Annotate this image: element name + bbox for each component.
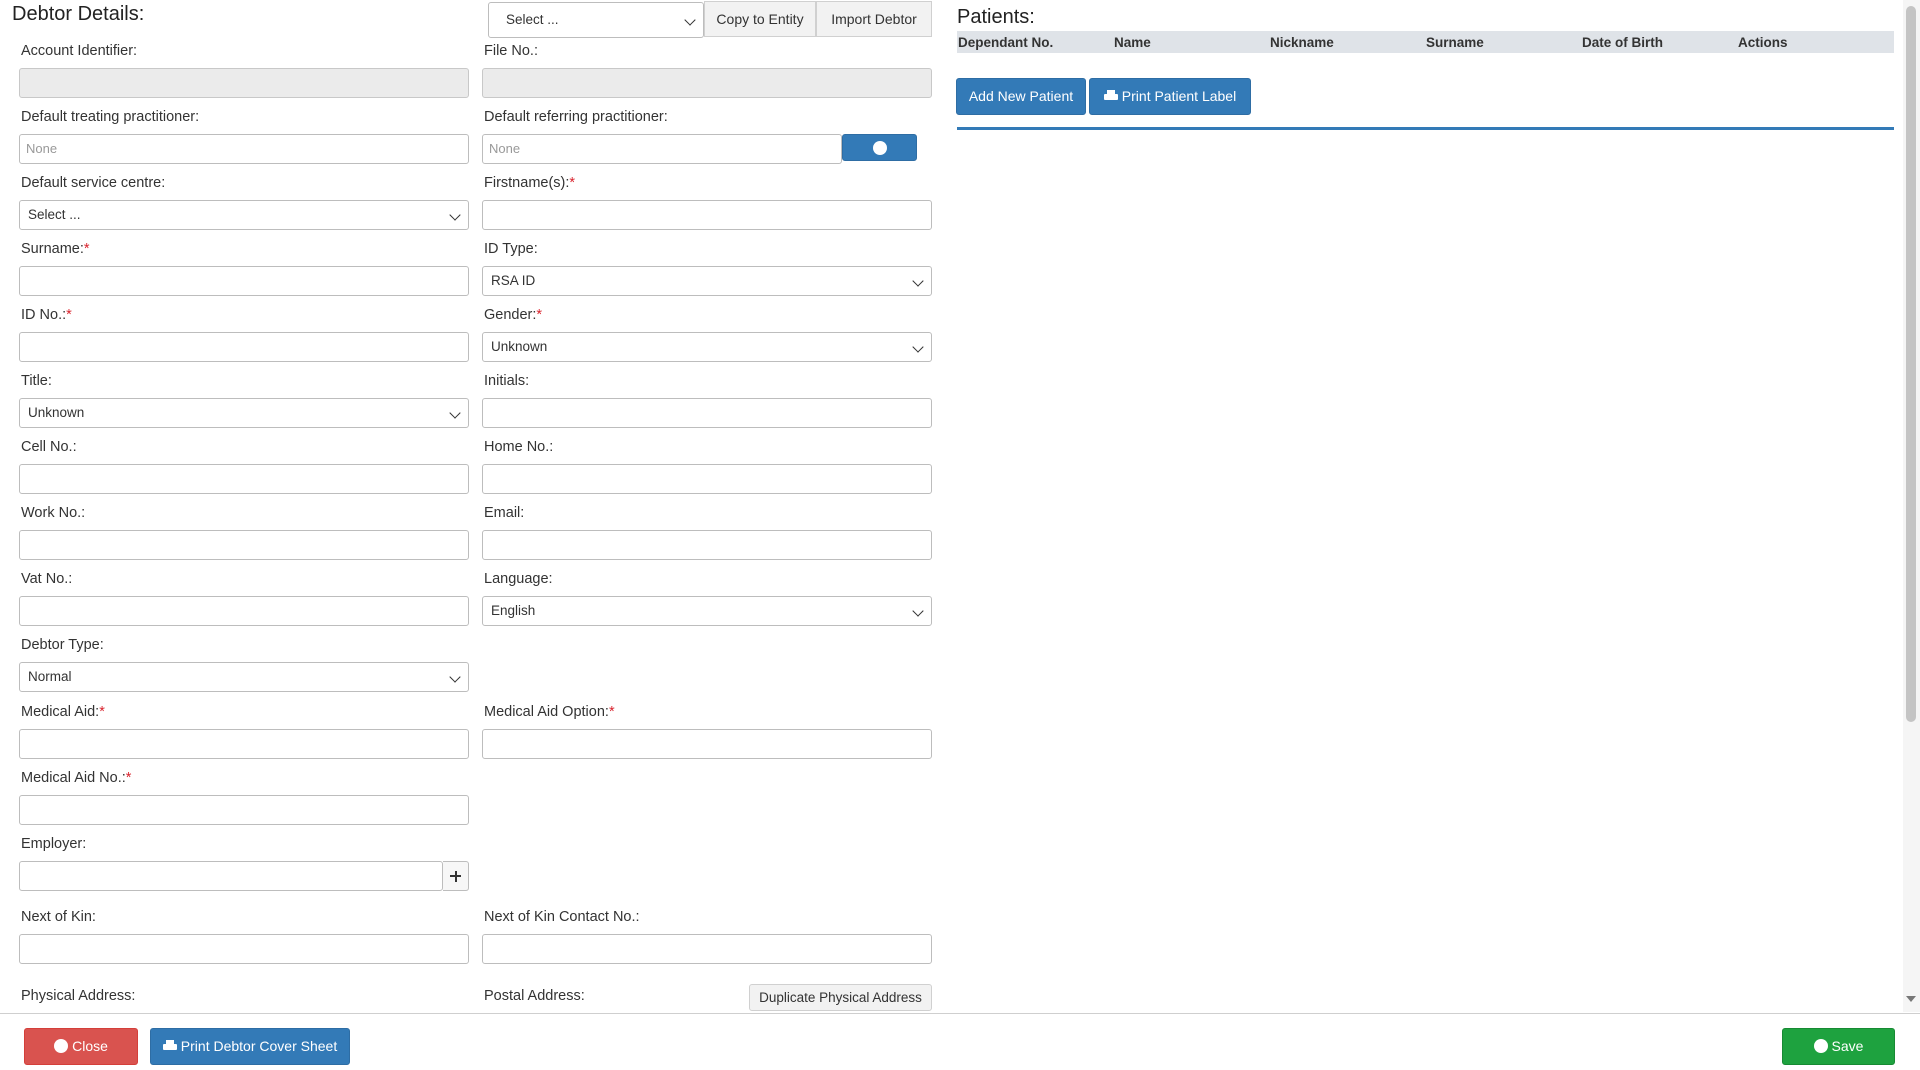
gender-label: Gender:*: [484, 307, 542, 323]
default-service-centre-value: Select ...: [28, 207, 81, 222]
next-of-kin-input[interactable]: [19, 934, 469, 964]
cell-no-input[interactable]: [19, 464, 469, 494]
scroll-down-icon[interactable]: [1906, 996, 1916, 1002]
printer-icon: [163, 1040, 177, 1052]
default-service-centre-label: Default service centre:: [21, 175, 165, 191]
gender-value: Unknown: [491, 339, 547, 354]
file-no-input: [482, 68, 932, 98]
employer-label: Employer:: [21, 836, 86, 852]
initials-label: Initials:: [484, 373, 529, 389]
medical-aid-no-label: Medical Aid No.:*: [21, 770, 131, 786]
close-circle-icon: [54, 1039, 68, 1053]
medical-aid-option-label: Medical Aid Option:*: [484, 704, 615, 720]
title-value: Unknown: [28, 405, 84, 420]
col-dependant-no[interactable]: Dependant No.: [958, 33, 1053, 53]
debtor-type-select[interactable]: Normal: [19, 662, 469, 692]
chevron-down-icon: [912, 275, 923, 286]
home-no-label: Home No.:: [484, 439, 553, 455]
id-type-label: ID Type:: [484, 241, 538, 257]
work-no-label: Work No.:: [21, 505, 85, 521]
default-treating-input[interactable]: None: [19, 134, 469, 164]
plus-circle-icon: [873, 141, 887, 155]
id-type-value: RSA ID: [491, 273, 535, 288]
initials-input[interactable]: [482, 398, 932, 428]
duplicate-physical-address-button[interactable]: Duplicate Physical Address: [749, 984, 932, 1011]
print-debtor-cover-sheet-button[interactable]: Print Debtor Cover Sheet: [150, 1028, 350, 1065]
col-name[interactable]: Name: [1114, 33, 1151, 53]
default-referring-input[interactable]: None: [482, 134, 842, 164]
employer-input[interactable]: [19, 861, 443, 891]
plus-icon-vertical: [455, 871, 457, 882]
close-button[interactable]: Close: [24, 1028, 138, 1065]
id-no-label: ID No.:*: [21, 307, 72, 323]
save-button[interactable]: Save: [1782, 1028, 1895, 1065]
col-date-of-birth[interactable]: Date of Birth: [1582, 33, 1663, 53]
save-button-text: Save: [1832, 1038, 1864, 1054]
vat-no-label: Vat No.:: [21, 571, 72, 587]
debtor-type-label: Debtor Type:: [21, 637, 104, 653]
next-of-kin-contact-label: Next of Kin Contact No.:: [484, 909, 640, 925]
postal-address-label: Postal Address:: [484, 988, 585, 1004]
default-treating-label: Default treating practitioner:: [21, 109, 199, 125]
print-debtor-cover-sheet-text: Print Debtor Cover Sheet: [181, 1038, 337, 1054]
title-select[interactable]: Unknown: [19, 398, 469, 428]
chevron-down-icon: [912, 605, 923, 616]
col-nickname[interactable]: Nickname: [1270, 33, 1334, 53]
cell-no-label: Cell No.:: [21, 439, 77, 455]
col-actions[interactable]: Actions: [1738, 33, 1788, 53]
chevron-down-icon: [684, 14, 695, 25]
account-identifier-label: Account Identifier:: [21, 43, 137, 59]
medical-aid-no-input[interactable]: [19, 795, 469, 825]
default-service-centre-select[interactable]: Select ...: [19, 200, 469, 230]
print-patient-label-text: Print Patient Label: [1122, 88, 1236, 104]
language-value: English: [491, 603, 535, 618]
add-referring-button[interactable]: [842, 134, 917, 161]
printer-icon: [1104, 90, 1118, 102]
debtor-details-title: Debtor Details:: [12, 3, 144, 26]
surname-input[interactable]: [19, 266, 469, 296]
add-employer-button[interactable]: [443, 861, 469, 891]
language-select[interactable]: English: [482, 596, 932, 626]
language-label: Language:: [484, 571, 553, 587]
work-no-input[interactable]: [19, 530, 469, 560]
print-patient-label-button[interactable]: Print Patient Label: [1089, 78, 1251, 115]
id-type-select[interactable]: RSA ID: [482, 266, 932, 296]
entity-select[interactable]: Select ...: [488, 2, 704, 38]
firstnames-label: Firstname(s):*: [484, 175, 575, 191]
debtor-type-value: Normal: [28, 669, 72, 684]
home-no-input[interactable]: [482, 464, 932, 494]
vat-no-input[interactable]: [19, 596, 469, 626]
medical-aid-label: Medical Aid:*: [21, 704, 105, 720]
copy-to-entity-button[interactable]: Copy to Entity: [704, 1, 816, 37]
next-of-kin-label: Next of Kin:: [21, 909, 96, 925]
chevron-down-icon: [449, 407, 460, 418]
title-label: Title:: [21, 373, 52, 389]
next-of-kin-contact-input[interactable]: [482, 934, 932, 964]
patients-title: Patients:: [957, 6, 1035, 29]
medical-aid-input[interactable]: [19, 729, 469, 759]
email-input[interactable]: [482, 530, 932, 560]
account-identifier-input: [19, 68, 469, 98]
chevron-down-icon: [449, 671, 460, 682]
firstnames-input[interactable]: [482, 200, 932, 230]
id-no-input[interactable]: [19, 332, 469, 362]
col-surname[interactable]: Surname: [1426, 33, 1484, 53]
chevron-down-icon: [912, 341, 923, 352]
chevron-down-icon: [449, 209, 460, 220]
default-referring-label: Default referring practitioner:: [484, 109, 668, 125]
scrollbar-thumb[interactable]: [1906, 6, 1916, 722]
gender-select[interactable]: Unknown: [482, 332, 932, 362]
patients-divider: [957, 127, 1894, 130]
close-button-text: Close: [72, 1038, 108, 1054]
medical-aid-option-input[interactable]: [482, 729, 932, 759]
file-no-label: File No.:: [484, 43, 538, 59]
physical-address-label: Physical Address:: [21, 988, 135, 1004]
check-circle-icon: [1814, 1039, 1828, 1053]
entity-select-value: Select ...: [506, 12, 559, 27]
add-new-patient-button[interactable]: Add New Patient: [956, 78, 1086, 115]
email-label: Email:: [484, 505, 524, 521]
surname-label: Surname:*: [21, 241, 90, 257]
import-debtor-button[interactable]: Import Debtor: [816, 1, 932, 37]
